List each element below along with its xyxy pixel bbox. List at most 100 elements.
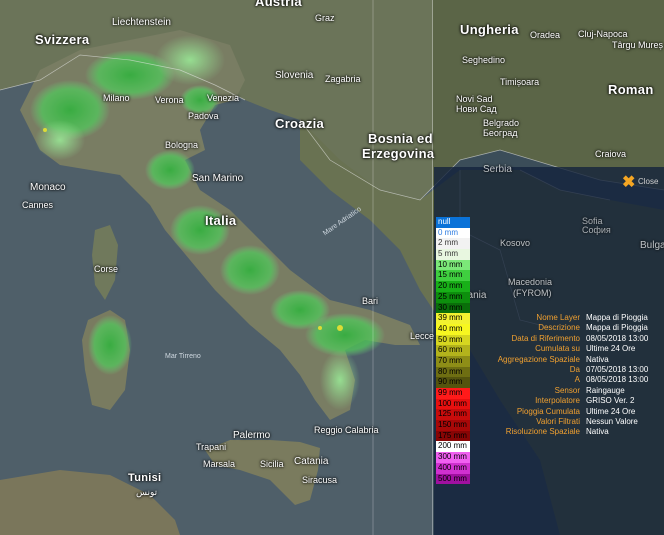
- info-value: Ultime 24 Ore: [586, 344, 636, 354]
- close-icon: ✖: [622, 174, 636, 191]
- info-value: Ultime 24 Ore: [586, 406, 636, 416]
- label-oradea: Oradea: [530, 30, 561, 40]
- legend-item: 25 mm: [436, 291, 470, 303]
- info-row: Data di Riferimento 08/05/2018 13:00: [478, 334, 664, 344]
- info-value: 07/05/2018 13:00: [586, 364, 649, 374]
- label-sofia-2: София: [582, 225, 611, 235]
- legend-item: 0 mm: [436, 227, 470, 239]
- info-row: Interpolatore GRISO Ver. 2: [478, 396, 664, 406]
- info-key: Aggregazione Spaziale: [497, 354, 580, 364]
- label-san-marino: San Marino: [192, 173, 244, 184]
- legend-item: 50 mm: [436, 334, 470, 346]
- info-row: Valori Filtrati Nessun Valore: [478, 417, 664, 427]
- label-reggio: Reggio Calabria: [314, 425, 379, 435]
- label-palermo: Palermo: [233, 430, 271, 441]
- label-graz: Graz: [315, 13, 335, 23]
- label-bosnia-1: Bosnia ed: [368, 131, 433, 146]
- label-padova: Padova: [188, 111, 219, 121]
- legend-item: 60 mm: [436, 345, 470, 356]
- info-row: Aggregazione Spaziale Nativa: [478, 355, 664, 365]
- legend-item: 39 mm: [436, 313, 470, 324]
- label-marsala: Marsala: [203, 459, 236, 469]
- label-novisad-2: Нови Сад: [456, 104, 497, 114]
- label-cluj: Cluj-Napoca: [578, 29, 628, 39]
- label-ungheria: Ungheria: [460, 22, 519, 37]
- info-key: Pioggia Cumulata: [516, 406, 580, 416]
- label-lecce: Lecce: [410, 331, 435, 341]
- info-value: Nativa: [586, 354, 609, 364]
- label-verona: Verona: [155, 95, 184, 105]
- label-catania: Catania: [294, 456, 329, 467]
- info-key: Descrizione: [538, 323, 580, 333]
- label-milano: Milano: [103, 93, 130, 103]
- info-row: Nome Layer Mappa di Pioggia: [478, 313, 664, 323]
- label-serbia: Serbia: [483, 164, 512, 175]
- label-bosnia-2: Erzegovina: [362, 146, 435, 161]
- label-novisad-1: Novi Sad: [456, 94, 493, 104]
- legend-item: 40 mm: [436, 323, 470, 335]
- label-tunisia: Tunisi: [128, 472, 162, 484]
- info-key: Risoluzione Spaziale: [505, 427, 580, 437]
- legend-item: 5 mm: [436, 249, 470, 260]
- label-sicilia: Sicilia: [260, 459, 284, 469]
- label-kosovo: Kosovo: [500, 238, 531, 248]
- legend-item: 400 mm: [436, 462, 470, 474]
- close-label[interactable]: Close: [638, 177, 658, 186]
- info-row: Da 07/05/2018 13:00: [478, 365, 664, 375]
- close-button[interactable]: ✖: [622, 172, 635, 192]
- info-value: Nessun Valore: [586, 416, 638, 426]
- label-tirreno: Mar Tirreno: [165, 353, 201, 360]
- legend-item: 2 mm: [436, 238, 470, 250]
- label-monaco: Monaco: [30, 182, 66, 193]
- label-austria: Austria: [255, 0, 302, 9]
- info-key: Sensor: [554, 385, 580, 395]
- info-value: Nativa: [586, 427, 609, 437]
- label-corse: Corse: [94, 264, 119, 274]
- legend-item: 200 mm: [436, 441, 470, 453]
- layer-info-table: Nome Layer Mappa di Pioggia Descrizione Map…: [478, 313, 664, 438]
- label-zagabria: Zagabria: [325, 74, 361, 84]
- label-romania: Roman: [608, 82, 654, 97]
- label-siracusa: Siracusa: [302, 475, 338, 485]
- info-value: Raingauge: [586, 385, 625, 395]
- info-row: Pioggia Cumulata Ultime 24 Ore: [478, 407, 664, 417]
- info-key: Cumulata su: [535, 344, 580, 354]
- info-row: Descrizione Mappa di Pioggia: [478, 323, 664, 333]
- legend-item: 99 mm: [436, 388, 470, 399]
- info-row: Risoluzione Spaziale Nativa: [478, 427, 664, 437]
- info-value: 08/05/2018 13:00: [586, 375, 649, 385]
- info-key: Valori Filtrati: [536, 416, 580, 426]
- legend-item: 100 mm: [436, 398, 470, 410]
- legend-item: 15 mm: [436, 270, 470, 282]
- info-value: GRISO Ver. 2: [586, 396, 635, 406]
- label-belgrado-2: Београд: [483, 128, 518, 138]
- info-value: Mappa di Pioggia: [586, 313, 648, 322]
- label-croazia: Croazia: [275, 116, 325, 131]
- legend-item: null: [436, 217, 470, 228]
- overlay-frame: [0, 0, 433, 535]
- legend-item: 70 mm: [436, 355, 470, 367]
- legend-item: 80 mm: [436, 366, 470, 378]
- label-cannes: Cannes: [22, 200, 54, 210]
- info-key: Nome Layer: [536, 313, 580, 322]
- legend-item: 20 mm: [436, 281, 470, 292]
- label-svizzera: Svizzera: [35, 32, 90, 47]
- legend-item: 30 mm: [436, 302, 470, 314]
- label-seghedino: Seghedino: [462, 55, 506, 65]
- label-bari: Bari: [362, 296, 379, 306]
- legend-item: 125 mm: [436, 409, 470, 421]
- label-macedonia-2: (FYROM): [513, 288, 552, 298]
- info-row: A 08/05/2018 13:00: [478, 375, 664, 385]
- info-key: Da: [569, 364, 580, 374]
- label-belgrado-1: Belgrado: [483, 118, 520, 128]
- label-tunisi-ar: تونس: [136, 487, 158, 497]
- legend-item: 90 mm: [436, 377, 470, 388]
- rain-legend: null 0 mm 2 mm 5 mm 10 mm 15 mm 20 mm 25 mm 30 m…: [436, 217, 470, 485]
- legend-item: 175 mm: [436, 430, 470, 442]
- info-row: Sensor Raingauge: [478, 386, 664, 396]
- info-key: Data di Riferimento: [511, 333, 580, 343]
- info-value: 08/05/2018 13:00: [586, 333, 649, 343]
- legend-item: 500 mm: [436, 473, 470, 485]
- legend-item: 150 mm: [436, 420, 470, 431]
- info-key: Interpolatore: [535, 396, 580, 406]
